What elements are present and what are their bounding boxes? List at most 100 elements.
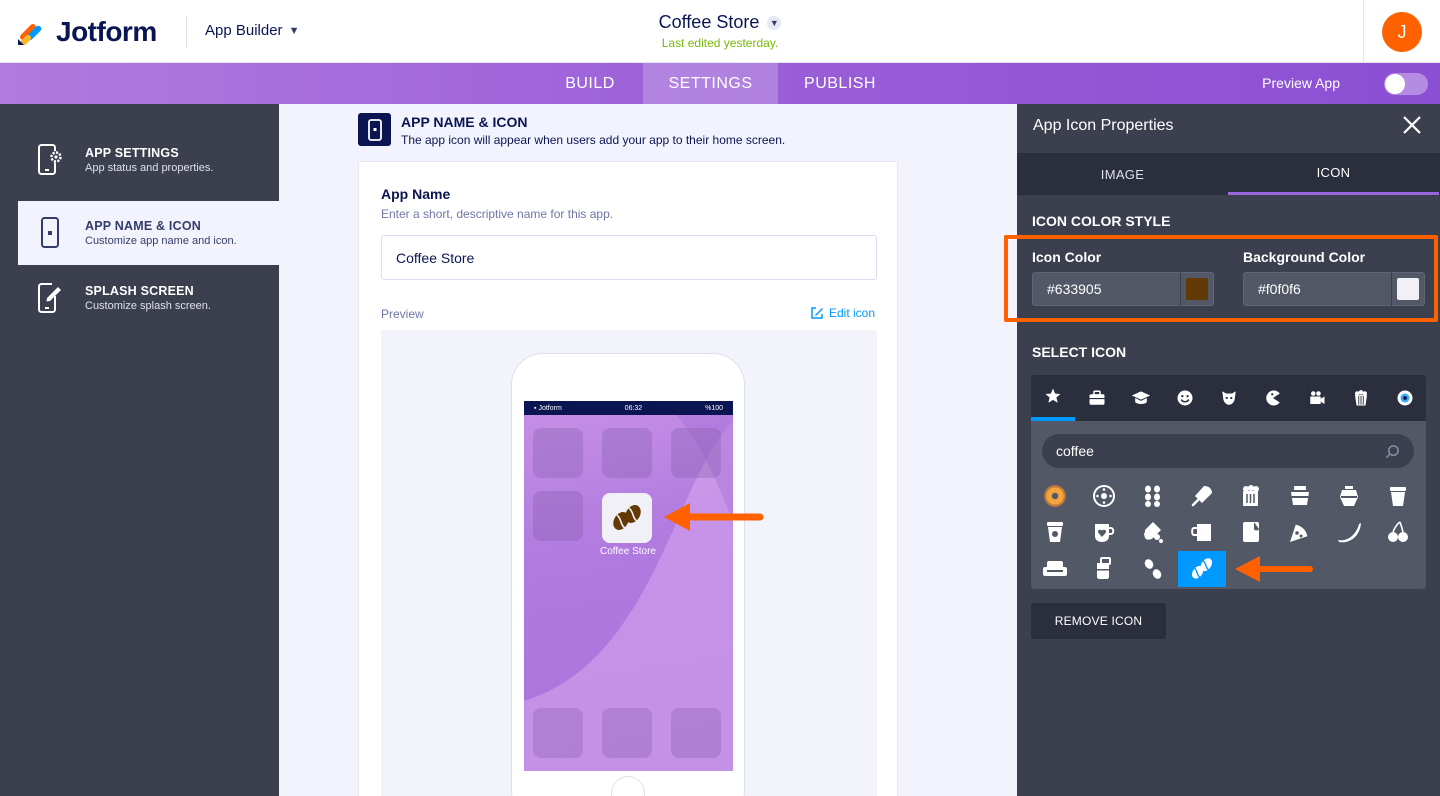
main-content: APP NAME & ICON The app icon will appear… [279, 104, 1017, 796]
sidebar-item-title: SPLASH SCREEN [85, 284, 194, 298]
bean-pair-icon[interactable] [1129, 551, 1177, 587]
eye-icon[interactable] [1383, 375, 1426, 421]
phone-preview-area: ▪ Jotform 06:32 %100 Coffee Store [381, 330, 877, 796]
briefcase-icon[interactable] [1075, 375, 1119, 421]
sidebar-item-app-settings[interactable]: APP SETTINGS App status and properties. [18, 128, 279, 192]
sidebar-item-app-name-icon[interactable]: APP NAME & ICON Customize app name and i… [18, 201, 279, 265]
pacman-icon[interactable] [1251, 375, 1295, 421]
app-title-block: Coffee Store ▼ Last edited yesterday. [0, 12, 1440, 50]
status-time: 06:32 [624, 404, 643, 412]
sidebar-item-subtitle: App status and properties. [85, 162, 214, 174]
beer-mug-icon[interactable] [1227, 478, 1275, 514]
camera-icon[interactable] [1295, 375, 1339, 421]
top-header: Jotform App Builder ▼ Coffee Store ▼ Las… [0, 0, 1440, 63]
donut-icon[interactable] [1031, 478, 1079, 514]
phone-icon [36, 216, 64, 250]
star-icon[interactable] [1031, 375, 1075, 421]
tab-build[interactable]: BUILD [537, 63, 643, 104]
heart-mug-icon[interactable] [1080, 514, 1128, 550]
phone-screen: ▪ Jotform 06:32 %100 Coffee Store [524, 401, 733, 771]
color-style-highlight [1004, 235, 1438, 322]
section-subtitle: The app icon will appear when users add … [401, 133, 786, 147]
tab-icon[interactable]: ICON [1228, 153, 1439, 195]
app-name-card: App Name Enter a short, descriptive name… [358, 161, 898, 796]
panel-tabs: IMAGE ICON [1017, 153, 1440, 195]
takeaway-cup-icon[interactable] [1031, 514, 1079, 550]
settings-sidebar: APP SETTINGS App status and properties. … [0, 104, 279, 796]
popcorn-icon[interactable] [1339, 375, 1383, 421]
placeholder-app-tile [602, 708, 652, 758]
app-icon-preview [602, 493, 652, 543]
bottle-icon[interactable] [1129, 514, 1177, 550]
select-icon-heading: SELECT ICON [1032, 344, 1127, 360]
annotation-arrow [1235, 556, 1313, 582]
app-name-input[interactable] [381, 235, 877, 280]
cookie-icon[interactable] [1080, 478, 1128, 514]
french-press-icon[interactable] [1325, 478, 1373, 514]
phone-edit-icon [36, 281, 64, 315]
edit-icon-label: Edit icon [828, 306, 875, 320]
edit-icon [811, 307, 823, 319]
icon-search-box[interactable]: coffee [1042, 434, 1414, 468]
tab-publish[interactable]: PUBLISH [778, 63, 902, 104]
header-divider [1363, 0, 1364, 63]
icon-color-style-heading: ICON COLOR STYLE [1032, 213, 1171, 229]
mug-icon[interactable] [1178, 514, 1226, 550]
status-battery: %100 [705, 404, 723, 412]
icon-picker: coffee [1031, 375, 1426, 589]
coffee-bean-selected-icon[interactable] [1178, 551, 1226, 587]
sidebar-item-subtitle: Customize splash screen. [85, 300, 211, 312]
preview-app-toggle[interactable] [1384, 73, 1428, 95]
tab-settings[interactable]: SETTINGS [643, 63, 778, 104]
tab-label: SETTINGS [668, 74, 753, 92]
phone-icon [358, 113, 391, 146]
placeholder-app-tile [533, 708, 583, 758]
coffee-cup-icon[interactable] [1374, 478, 1422, 514]
placeholder-app-tile [671, 428, 721, 478]
banana-icon[interactable] [1325, 514, 1373, 550]
phone-status-bar: ▪ Jotform 06:32 %100 [524, 401, 733, 415]
sidebar-item-title: APP SETTINGS [85, 146, 179, 160]
phone-gear-icon [36, 143, 64, 177]
sidebar-item-text: APP SETTINGS App status and properties. [85, 146, 213, 174]
search-icon [1385, 444, 1399, 458]
status-carrier: ▪ Jotform [534, 404, 562, 412]
tab-image[interactable]: IMAGE [1017, 153, 1228, 195]
glass-icon[interactable] [1080, 551, 1128, 587]
annotation-arrow [664, 503, 764, 531]
coffee-bean-icon [613, 505, 641, 530]
close-icon[interactable] [1400, 113, 1424, 137]
user-avatar[interactable]: J [1382, 12, 1422, 52]
smiley-icon[interactable] [1163, 375, 1207, 421]
pizza-icon[interactable] [1276, 514, 1324, 550]
graduation-cap-icon[interactable] [1119, 375, 1163, 421]
animal-icon[interactable] [1207, 375, 1251, 421]
last-edited-status: Last edited yesterday. [661, 36, 779, 50]
icon-search-input[interactable]: coffee [1056, 443, 1385, 459]
tab-label: IMAGE [1100, 166, 1145, 182]
app-icon-properties-panel: App Icon Properties IMAGE ICON ICON COLO… [1017, 104, 1440, 796]
section-title: APP NAME & ICON [401, 114, 528, 130]
app-name-hint: Enter a short, descriptive name for this… [381, 207, 614, 221]
preview-label: Preview [381, 307, 424, 321]
popsicle-icon[interactable] [1178, 478, 1226, 514]
cherry-icon[interactable] [1374, 514, 1422, 550]
sidebar-item-splash-screen[interactable]: SPLASH SCREEN Customize splash screen. [18, 266, 279, 330]
edit-icon-link[interactable]: Edit icon [810, 306, 875, 320]
chevron-down-icon: ▼ [767, 15, 782, 30]
app-title-dropdown[interactable]: Coffee Store ▼ [659, 12, 782, 33]
sidebar-item-title: APP NAME & ICON [85, 219, 201, 233]
milk-box-icon[interactable] [1227, 514, 1275, 550]
toggle-knob [1385, 74, 1405, 94]
icon-category-tabs [1031, 375, 1426, 421]
phone-mockup: ▪ Jotform 06:32 %100 Coffee Store [511, 353, 745, 796]
tab-label: ICON [1316, 165, 1351, 180]
remove-icon-button[interactable]: REMOVE ICON [1031, 603, 1166, 639]
phone-home-button [611, 776, 645, 796]
placeholder-app-tile [671, 708, 721, 758]
sidebar-item-subtitle: Customize app name and icon. [85, 235, 237, 247]
coffee-beans-icon[interactable] [1129, 478, 1177, 514]
couch-icon[interactable] [1031, 551, 1079, 587]
placeholder-app-tile [602, 428, 652, 478]
coffee-pot-icon[interactable] [1276, 478, 1324, 514]
